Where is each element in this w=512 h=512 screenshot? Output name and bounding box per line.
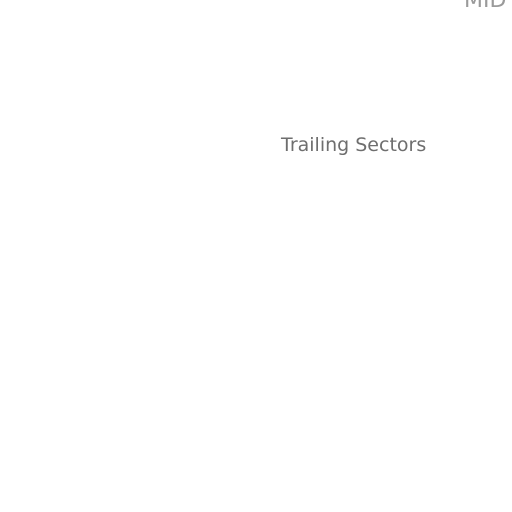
corner-label: MID <box>464 0 507 13</box>
page-root: MID Trailing Sectors <box>0 0 512 512</box>
section-heading: Trailing Sectors <box>281 134 427 156</box>
